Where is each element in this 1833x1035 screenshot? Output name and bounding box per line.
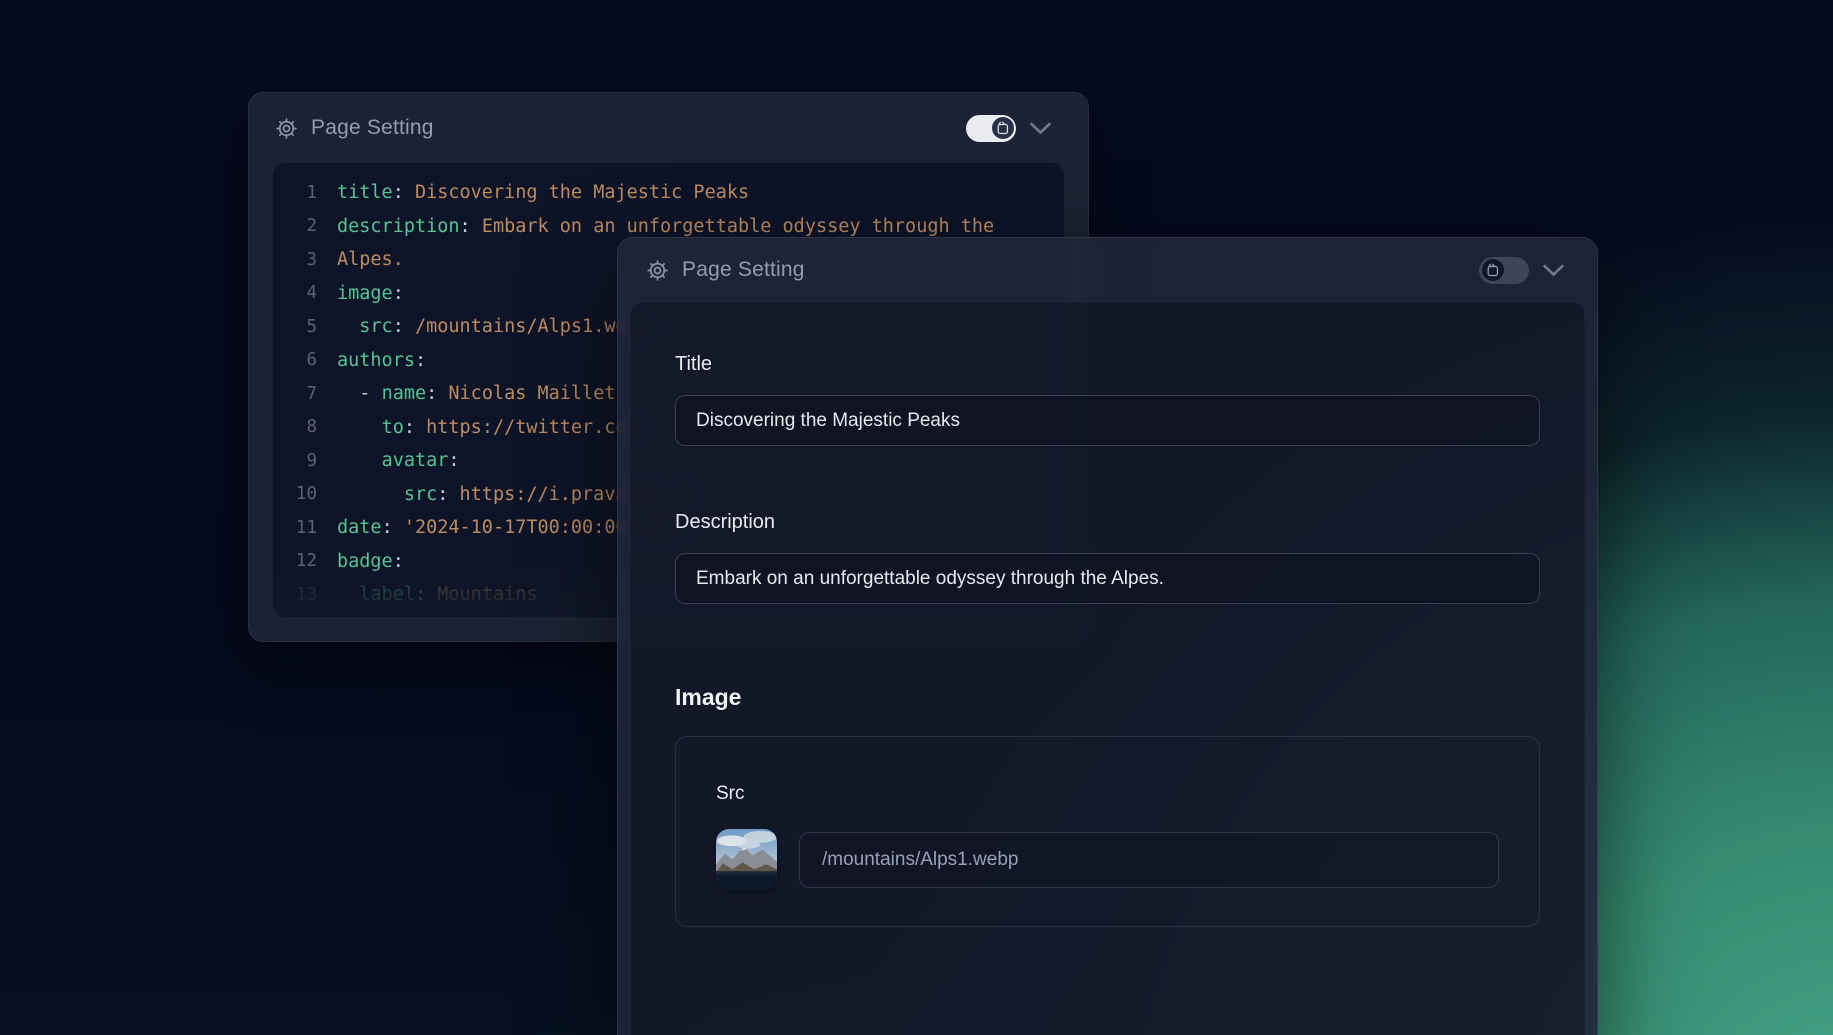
code-token: title bbox=[337, 182, 393, 203]
code-token: : bbox=[393, 316, 415, 337]
spacer bbox=[675, 446, 1540, 511]
line-number: 2 bbox=[273, 216, 317, 236]
panel-header: Page Setting bbox=[249, 93, 1088, 163]
chevron-down-icon[interactable] bbox=[1542, 263, 1565, 278]
code-token: : bbox=[393, 551, 404, 572]
code-view-toggle[interactable] bbox=[966, 115, 1016, 142]
code-token: Nicolas Maillet bbox=[448, 383, 615, 404]
gear-icon bbox=[275, 117, 298, 140]
code-token: Alpes. bbox=[337, 249, 404, 270]
code-text: label: Mountains bbox=[337, 584, 538, 605]
code-token: date bbox=[337, 517, 382, 538]
panel-title: Page Setting bbox=[682, 258, 805, 282]
code-text: badge: bbox=[337, 551, 404, 572]
image-src-input[interactable]: /mountains/Alps1.webp bbox=[799, 832, 1499, 888]
code-text: title: Discovering the Majestic Peaks bbox=[337, 182, 749, 203]
code-token: : bbox=[415, 350, 426, 371]
panel-header: Page Setting bbox=[618, 238, 1597, 302]
code-block-icon bbox=[1486, 263, 1500, 277]
code-token: : bbox=[448, 450, 459, 471]
line-number: 13 bbox=[273, 585, 317, 605]
code-token: Mountains bbox=[437, 584, 537, 605]
code-token: src bbox=[404, 484, 437, 505]
code-text: src: /mountains/Alps1.webp bbox=[337, 316, 649, 337]
code-token: avatar bbox=[382, 450, 449, 471]
code-token: : bbox=[415, 584, 437, 605]
title-field-label: Title bbox=[675, 353, 1540, 376]
toggle-knob bbox=[1482, 259, 1504, 281]
line-number: 8 bbox=[273, 417, 317, 437]
code-token: Discovering the Majestic Peaks bbox=[415, 182, 749, 203]
panel-title: Page Setting bbox=[311, 116, 434, 140]
image-group-box: Src bbox=[675, 736, 1540, 927]
code-text: description: Embark on an unforgettable … bbox=[337, 216, 994, 237]
description-input[interactable]: Embark on an unforgettable odyssey throu… bbox=[675, 553, 1540, 604]
code-text: - name: Nicolas Maillet bbox=[337, 383, 615, 404]
code-token: badge bbox=[337, 551, 393, 572]
code-view-toggle[interactable] bbox=[1479, 257, 1529, 284]
title-input[interactable]: Discovering the Majestic Peaks bbox=[675, 395, 1540, 446]
mountain-photo bbox=[716, 829, 777, 890]
code-token bbox=[337, 484, 404, 505]
code-line: 1 title: Discovering the Majestic Peaks bbox=[273, 176, 1064, 210]
line-number: 7 bbox=[273, 384, 317, 404]
line-number: 5 bbox=[273, 317, 317, 337]
code-token: : bbox=[393, 283, 404, 304]
code-text: authors: bbox=[337, 350, 426, 371]
page-setting-panel-form-view: Page Setting Title Discovering the Majes… bbox=[617, 237, 1598, 1035]
code-token bbox=[337, 417, 382, 438]
code-token: /mountains/Alps1.webp bbox=[415, 316, 649, 337]
image-section-heading: Image bbox=[675, 684, 1540, 711]
code-token: image bbox=[337, 283, 393, 304]
spacer bbox=[675, 604, 1540, 684]
code-token bbox=[337, 316, 359, 337]
code-token: label bbox=[359, 584, 415, 605]
page-setting-form: Title Discovering the Majestic Peaks Des… bbox=[630, 302, 1585, 1035]
code-token: : bbox=[404, 417, 426, 438]
line-number: 12 bbox=[273, 551, 317, 571]
line-number: 10 bbox=[273, 484, 317, 504]
code-text: image: bbox=[337, 283, 404, 304]
code-text: to: https://twitter.com bbox=[337, 417, 638, 438]
code-token: name bbox=[382, 383, 427, 404]
code-token: : bbox=[460, 216, 482, 237]
image-thumbnail bbox=[716, 829, 777, 890]
src-field-label: Src bbox=[716, 783, 1499, 805]
code-token: : bbox=[382, 517, 404, 538]
code-text: Alpes. bbox=[337, 249, 404, 270]
code-token: src bbox=[359, 316, 392, 337]
line-number: 1 bbox=[273, 183, 317, 203]
code-block-icon bbox=[996, 121, 1010, 135]
gear-icon bbox=[646, 259, 669, 282]
line-number: 6 bbox=[273, 350, 317, 370]
toggle-knob bbox=[992, 117, 1014, 139]
description-field-label: Description bbox=[675, 511, 1540, 534]
code-token: Embark on an unforgettable odyssey throu… bbox=[482, 216, 994, 237]
code-token: : bbox=[426, 383, 448, 404]
code-token: https://twitter.com bbox=[426, 417, 638, 438]
code-token: - bbox=[337, 383, 382, 404]
code-token: : bbox=[437, 484, 459, 505]
code-token: description bbox=[337, 216, 460, 237]
page-background: Page Setting 1 title: Discovering the Maj… bbox=[0, 0, 1833, 1035]
line-number: 11 bbox=[273, 518, 317, 538]
src-row: /mountains/Alps1.webp bbox=[716, 829, 1499, 890]
line-number: 9 bbox=[273, 451, 317, 471]
line-number: 4 bbox=[273, 283, 317, 303]
code-token bbox=[337, 584, 359, 605]
code-token: : bbox=[393, 182, 415, 203]
code-token: to bbox=[382, 417, 404, 438]
line-number: 3 bbox=[273, 250, 317, 270]
code-token bbox=[337, 450, 382, 471]
code-token: authors bbox=[337, 350, 415, 371]
code-text: avatar: bbox=[337, 450, 460, 471]
chevron-down-icon[interactable] bbox=[1029, 121, 1052, 136]
